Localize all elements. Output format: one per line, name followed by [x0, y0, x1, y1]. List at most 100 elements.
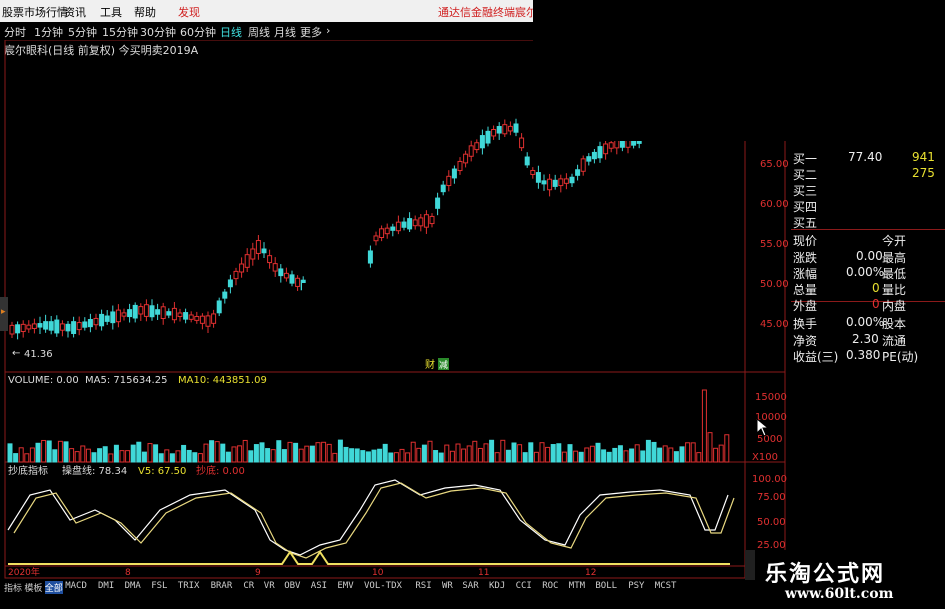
indicator-tab[interactable]: 全部	[44, 581, 63, 594]
indicator-tab[interactable]: ASI	[311, 581, 327, 591]
volume-bar	[405, 452, 411, 463]
buy5-label: 买五	[793, 216, 818, 230]
volume-bar	[528, 442, 534, 463]
candle	[59, 323, 65, 331]
buy4-label: 买四	[793, 200, 818, 214]
volume-ma5: MA5: 715634.25	[85, 375, 167, 386]
indicator-tick: 75.00	[757, 492, 786, 503]
period-weekly[interactable]: 周线	[248, 24, 270, 40]
candle	[121, 312, 127, 317]
indicator-tab[interactable]: VR	[264, 581, 275, 591]
turnover-label: 换手	[793, 317, 818, 331]
period-15min[interactable]: 15分钟	[102, 24, 138, 40]
volume-bar	[668, 447, 674, 463]
indicator-tab[interactable]: EMV	[337, 581, 353, 591]
date-tick: 11	[478, 568, 489, 578]
candle	[440, 184, 446, 193]
indicator-tab[interactable]: MTM	[569, 581, 585, 591]
indicator-tab[interactable]: CR	[243, 581, 254, 591]
indicator-tab[interactable]: DMI	[98, 581, 114, 591]
watermark-title: 乐淘公式网	[765, 562, 886, 587]
price-tick: 45.00	[760, 319, 789, 330]
indicator-tab[interactable]: MCST	[655, 581, 677, 591]
eps-value: 0.380	[846, 348, 881, 362]
indicator-tab[interactable]: BRAR	[211, 581, 233, 591]
outer-label: 外盘	[793, 299, 818, 313]
volume-bar	[477, 447, 483, 463]
candle	[188, 314, 194, 320]
volume-bar	[679, 446, 685, 463]
volume-bar	[52, 449, 58, 463]
candle	[373, 235, 379, 242]
candle	[580, 158, 586, 172]
candle	[127, 309, 133, 318]
volume-bar	[24, 453, 30, 463]
period-60min[interactable]: 60分钟	[180, 24, 216, 40]
volume-bar	[421, 444, 427, 463]
volume-bar	[337, 439, 343, 463]
volume-bar	[298, 448, 304, 463]
volume-bar	[606, 451, 612, 463]
price-tick: 60.00	[760, 199, 789, 210]
net-label: 净资	[793, 334, 818, 348]
period-1min[interactable]: 1分钟	[34, 24, 63, 40]
indicator-tabs: 指标 模板 全部 MACD DMI DMA FSL TRIX BRAR CR VR OBV ASI EMV…	[0, 580, 740, 596]
menu-item-market[interactable]: 股票市场行情	[2, 4, 68, 20]
period-fenshi[interactable]: 分时	[4, 24, 26, 40]
indicator-tab[interactable]: 指标	[4, 581, 22, 594]
candle	[423, 214, 429, 228]
menu-item-discover[interactable]: 发现	[178, 4, 200, 20]
date-tick: 8	[125, 568, 131, 578]
candle	[513, 123, 519, 133]
indicator-tab[interactable]: SAR	[462, 581, 478, 591]
price-axis: 65.00 60.00 55.00 50.00 45.00	[760, 159, 789, 330]
indicator-tab[interactable]: MACD	[65, 581, 87, 591]
volume-bar	[326, 443, 332, 463]
candle	[446, 175, 452, 187]
indicator-v5: V5: 67.50	[138, 466, 186, 477]
volume-bar	[281, 449, 287, 463]
period-daily[interactable]: 日线	[220, 24, 242, 40]
menu-item-help[interactable]: 帮助	[134, 4, 156, 20]
volume-bar	[545, 446, 551, 463]
volume-bar	[276, 440, 282, 463]
candle	[530, 169, 536, 175]
period-5min[interactable]: 5分钟	[68, 24, 97, 40]
volume-bar	[192, 452, 198, 463]
indicator-tab[interactable]: 模板	[24, 581, 42, 594]
volume-bar	[724, 434, 730, 463]
indicator-tab[interactable]: VOL-TDX	[364, 581, 402, 591]
indicator-op: 操盘线: 78.34	[62, 464, 127, 477]
volume-bar	[494, 452, 500, 463]
left-scroll-handle[interactable]: ▸	[0, 297, 8, 331]
indicator-tab[interactable]: CCI	[516, 581, 532, 591]
volume-bar	[147, 443, 153, 463]
indicator-tab[interactable]: FSL	[151, 581, 167, 591]
indicator-tab[interactable]: OBV	[284, 581, 300, 591]
indicator-tab[interactable]: KDJ	[489, 581, 505, 591]
period-more[interactable]: 更多	[300, 24, 322, 40]
indicator-tab[interactable]: TRIX	[178, 581, 200, 591]
candle	[239, 263, 245, 273]
volume-bar	[377, 448, 383, 463]
volume-bar	[304, 445, 310, 463]
volume-bar	[399, 448, 405, 463]
indicator-tab[interactable]: RSI	[415, 581, 431, 591]
candle	[468, 145, 474, 157]
indicator-tab[interactable]: DMA	[125, 581, 141, 591]
volume-bar	[332, 452, 338, 463]
indicator-tab[interactable]: ROC	[542, 581, 558, 591]
volume-bar	[690, 442, 696, 463]
indicator-tab[interactable]: WR	[442, 581, 453, 591]
volume-bar	[393, 452, 399, 463]
period-30min[interactable]: 30分钟	[140, 24, 176, 40]
menu-item-tools[interactable]: 工具	[100, 4, 122, 20]
menu-item-news[interactable]: 资讯	[64, 4, 86, 20]
period-monthly[interactable]: 月线	[274, 24, 296, 40]
indicator-tab[interactable]: PSY	[628, 581, 644, 591]
chevron-right-icon[interactable]: ›	[326, 24, 330, 37]
candle	[155, 309, 161, 315]
indicator-tab[interactable]: BOLL	[595, 581, 617, 591]
candle	[289, 274, 295, 284]
candle	[575, 169, 581, 176]
